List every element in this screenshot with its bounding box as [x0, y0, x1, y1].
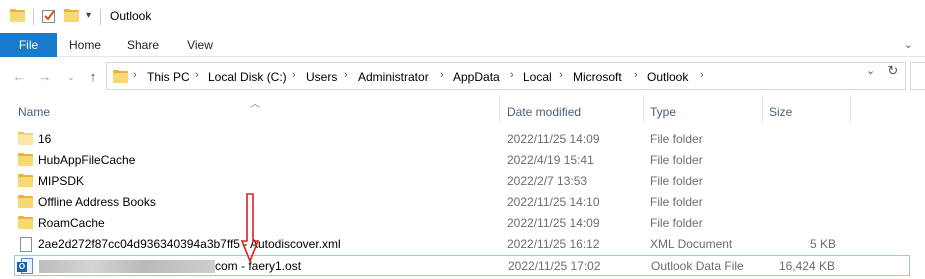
breadcrumb-chevron-icon[interactable]: › [700, 69, 704, 81]
list-item[interactable]: 16 2022/11/25 14:09 File folder [14, 129, 910, 150]
folder-icon [18, 195, 33, 208]
breadcrumb-chevron-icon[interactable]: › [133, 69, 137, 81]
file-date: 2022/11/25 14:10 [507, 195, 600, 209]
customize-toolbar-chevron-icon[interactable]: ▾ [86, 10, 91, 21]
column-divider[interactable] [762, 95, 763, 123]
list-item[interactable]: HubAppFileCache 2022/4/19 15:41 File fol… [14, 150, 910, 171]
list-item[interactable]: Offline Address Books 2022/11/25 14:10 F… [14, 192, 910, 213]
ribbon-tabs: File Home Share View ⌄ [0, 33, 925, 57]
file-name: HubAppFileCache [38, 153, 136, 167]
breadcrumb-appdata[interactable]: AppData [453, 70, 500, 84]
column-header-size[interactable]: Size [769, 105, 792, 119]
breadcrumb-chevron-icon[interactable]: › [510, 69, 514, 81]
column-header-type[interactable]: Type [650, 105, 676, 119]
title-bar: ▾ Outlook [0, 0, 925, 33]
column-headers: ︿ Name Date modified Type Size [0, 95, 925, 128]
breadcrumb-this-pc[interactable]: This PC [147, 70, 190, 84]
file-name: 2ae2d272f87cc04d936340394a3b7ff5 - Autod… [38, 237, 341, 251]
file-type: File folder [650, 153, 703, 167]
address-history-chevron-icon[interactable]: ⌄ [866, 64, 875, 77]
recent-locations-chevron-icon[interactable]: ⌄ [62, 68, 80, 86]
column-header-date[interactable]: Date modified [507, 105, 581, 119]
file-name: 16 [38, 132, 52, 146]
properties-check-icon[interactable] [41, 8, 57, 27]
expand-ribbon-chevron-icon[interactable]: ⌄ [904, 38, 913, 51]
breadcrumb-chevron-icon[interactable]: › [344, 69, 348, 81]
new-folder-icon[interactable] [64, 9, 79, 22]
up-arrow-icon[interactable]: ↑ [84, 68, 102, 86]
file-date: 2022/4/19 15:41 [507, 153, 594, 167]
file-date: 2022/11/25 14:09 [507, 216, 600, 230]
breadcrumb-chevron-icon[interactable]: › [634, 69, 638, 81]
breadcrumb-chevron-icon[interactable]: › [559, 69, 563, 81]
breadcrumb-microsoft[interactable]: Microsoft [573, 70, 622, 84]
breadcrumb-administrator[interactable]: Administrator [358, 70, 429, 84]
breadcrumb-outlook[interactable]: Outlook [647, 70, 688, 84]
file-type: File folder [650, 174, 703, 188]
list-item[interactable]: 2ae2d272f87cc04d936340394a3b7ff5 - Autod… [14, 234, 910, 255]
address-bar[interactable]: › This PC › Local Disk (C:) › Users › Ad… [106, 62, 906, 90]
refresh-icon[interactable]: ↻ [884, 62, 902, 80]
file-type: Outlook Data File [651, 259, 744, 273]
column-divider[interactable] [499, 95, 500, 123]
folder-icon [18, 132, 33, 145]
list-item[interactable]: MIPSDK 2022/2/7 13:53 File folder [14, 171, 910, 192]
folder-icon [18, 174, 33, 187]
redacted-text [39, 260, 215, 273]
file-date: 2022/11/25 17:02 [508, 259, 601, 273]
window-title: Outlook [110, 9, 152, 23]
list-item[interactable]: RoamCache 2022/11/25 14:09 File folder [14, 213, 910, 234]
xml-file-icon [20, 237, 32, 252]
file-date: 2022/11/25 14:09 [507, 132, 600, 146]
folder-icon [113, 70, 128, 83]
forward-arrow-icon[interactable]: → [36, 68, 54, 86]
file-name: RoamCache [38, 216, 105, 230]
file-type: XML Document [650, 237, 733, 251]
navigation-bar: ← → ⌄ ↑ › This PC › Local Disk (C:) › Us… [0, 57, 925, 95]
file-type: File folder [650, 132, 703, 146]
breadcrumb-local-disk[interactable]: Local Disk (C:) [208, 70, 287, 84]
outlook-data-file-icon: O [17, 258, 33, 274]
tab-view[interactable]: View [178, 33, 222, 57]
search-box[interactable] [910, 62, 925, 90]
tab-share[interactable]: Share [120, 33, 166, 57]
file-date: 2022/11/25 16:12 [507, 237, 600, 251]
toolbar-divider [33, 9, 34, 25]
list-item[interactable]: O com - faery1.ost 2022/11/25 17:02 Outl… [14, 255, 910, 276]
folder-icon [18, 216, 33, 229]
toolbar-divider [100, 9, 101, 25]
file-type: File folder [650, 216, 703, 230]
column-divider[interactable] [643, 95, 644, 123]
column-header-name[interactable]: Name [18, 105, 50, 119]
breadcrumb-chevron-icon[interactable]: › [195, 69, 199, 81]
file-name: MIPSDK [38, 174, 85, 188]
breadcrumb-local[interactable]: Local [523, 70, 552, 84]
back-arrow-icon[interactable]: ← [10, 68, 28, 86]
annotation-arrow-icon [240, 193, 260, 263]
breadcrumb-chevron-icon[interactable]: › [440, 69, 444, 81]
tab-home[interactable]: Home [60, 33, 110, 57]
tab-file[interactable]: File [0, 33, 57, 57]
file-size: 16,424 KB [778, 259, 835, 273]
folder-icon [18, 153, 33, 166]
column-divider[interactable] [850, 95, 851, 123]
breadcrumb-chevron-icon[interactable]: › [292, 69, 296, 81]
file-size: 5 KB [809, 237, 836, 251]
file-name: Offline Address Books [38, 195, 156, 209]
folder-icon [10, 9, 25, 22]
sort-ascending-icon: ︿ [250, 99, 260, 110]
breadcrumb-users[interactable]: Users [306, 70, 337, 84]
file-type: File folder [650, 195, 703, 209]
file-date: 2022/2/7 13:53 [507, 174, 588, 188]
